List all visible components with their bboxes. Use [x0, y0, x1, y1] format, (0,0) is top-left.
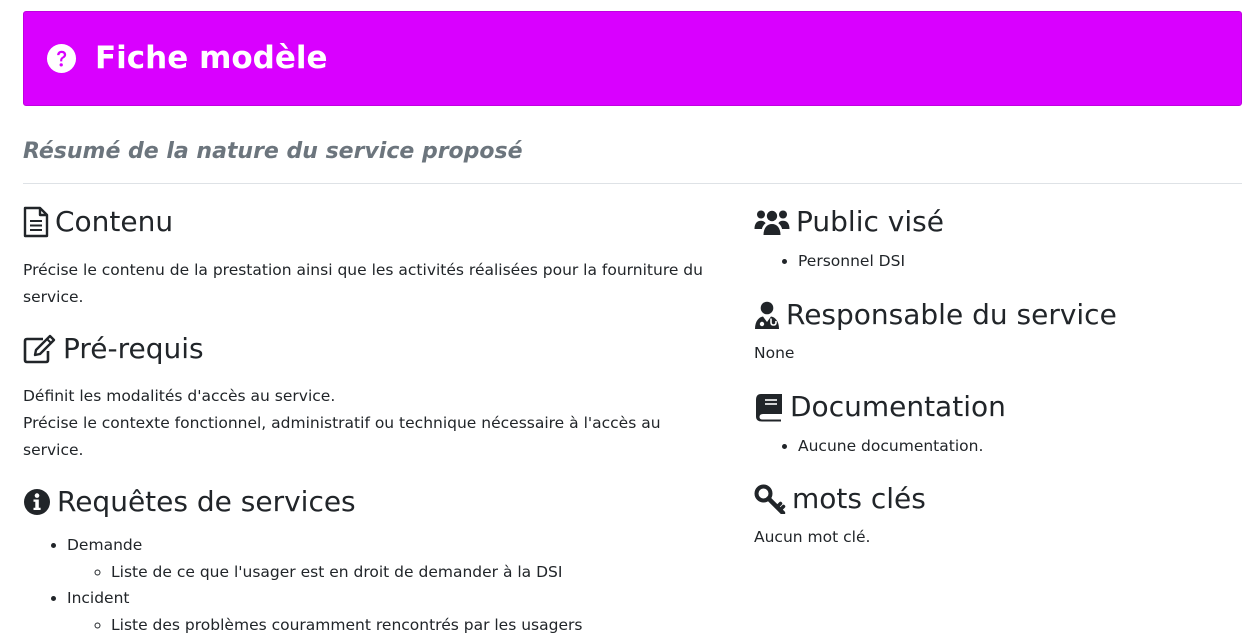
- public-title: Public visé: [796, 205, 944, 239]
- section-responsable: Responsable du service None: [754, 293, 1234, 367]
- contenu-title: Contenu: [55, 205, 173, 239]
- list-item: Aucune documentation.: [798, 433, 1234, 460]
- section-divider: [23, 183, 1242, 184]
- documentation-heading: Documentation: [754, 385, 1234, 429]
- list-item: Liste de ce que l'usager est en droit de…: [111, 559, 723, 586]
- list-item: Incident Liste des problèmes couramment …: [67, 585, 723, 638]
- responsable-title: Responsable du service: [786, 298, 1117, 332]
- documentation-title: Documentation: [790, 390, 1006, 424]
- section-prerequis: Pré-requis Définit les modalités d'accès…: [23, 327, 723, 464]
- motscles-heading: mots clés: [754, 477, 1234, 521]
- prerequis-line-1: Définit les modalités d'accès au service…: [23, 383, 723, 410]
- contenu-text: Précise le contenu de la prestation ains…: [23, 257, 723, 311]
- list-item: Demande Liste de ce que l'usager est en …: [67, 532, 723, 585]
- book-icon: [754, 392, 784, 422]
- page-title: Fiche modèle: [95, 43, 328, 74]
- requete-incident-label: Incident: [67, 589, 130, 607]
- left-column: Contenu Précise le contenu de la prestat…: [23, 200, 723, 638]
- edit-icon: [23, 334, 57, 364]
- public-list: Personnel DSI: [754, 248, 1234, 275]
- list-item: Liste des problèmes couramment rencontré…: [111, 612, 723, 638]
- prerequis-heading: Pré-requis: [23, 327, 723, 371]
- file-text-icon: [23, 206, 49, 238]
- section-documentation: Documentation Aucune documentation.: [754, 385, 1234, 460]
- info-circle-icon: [23, 488, 51, 516]
- list-item: Personnel DSI: [798, 248, 1234, 275]
- requete-demande-label: Demande: [67, 536, 142, 554]
- page-banner: Fiche modèle: [23, 11, 1242, 106]
- question-circle-icon: [46, 43, 77, 74]
- requete-demande-sublist: Liste de ce que l'usager est en droit de…: [67, 559, 723, 586]
- user-md-icon: [754, 300, 780, 330]
- prerequis-line-2: Précise le contexte fonctionnel, adminis…: [23, 410, 723, 464]
- section-public: Public visé Personnel DSI: [754, 200, 1234, 275]
- requete-incident-sublist: Liste des problèmes couramment rencontré…: [67, 612, 723, 638]
- public-heading: Public visé: [754, 200, 1234, 244]
- requetes-title: Requêtes de services: [57, 485, 356, 519]
- responsable-heading: Responsable du service: [754, 293, 1234, 337]
- right-column: Public visé Personnel DSI Responsable du…: [754, 200, 1234, 551]
- section-motscles: mots clés Aucun mot clé.: [754, 477, 1234, 551]
- requetes-heading: Requêtes de services: [23, 480, 723, 524]
- requetes-list: Demande Liste de ce que l'usager est en …: [23, 532, 723, 638]
- users-icon: [754, 207, 790, 237]
- motscles-title: mots clés: [792, 482, 926, 516]
- contenu-heading: Contenu: [23, 200, 723, 244]
- documentation-list: Aucune documentation.: [754, 433, 1234, 460]
- section-contenu: Contenu Précise le contenu de la prestat…: [23, 200, 723, 311]
- key-icon: [754, 484, 786, 514]
- motscles-value: Aucun mot clé.: [754, 524, 1234, 551]
- service-summary: Résumé de la nature du service proposé: [23, 139, 523, 165]
- responsable-value: None: [754, 340, 1234, 367]
- prerequis-title: Pré-requis: [63, 332, 204, 366]
- section-requetes: Requêtes de services Demande Liste de ce…: [23, 480, 723, 638]
